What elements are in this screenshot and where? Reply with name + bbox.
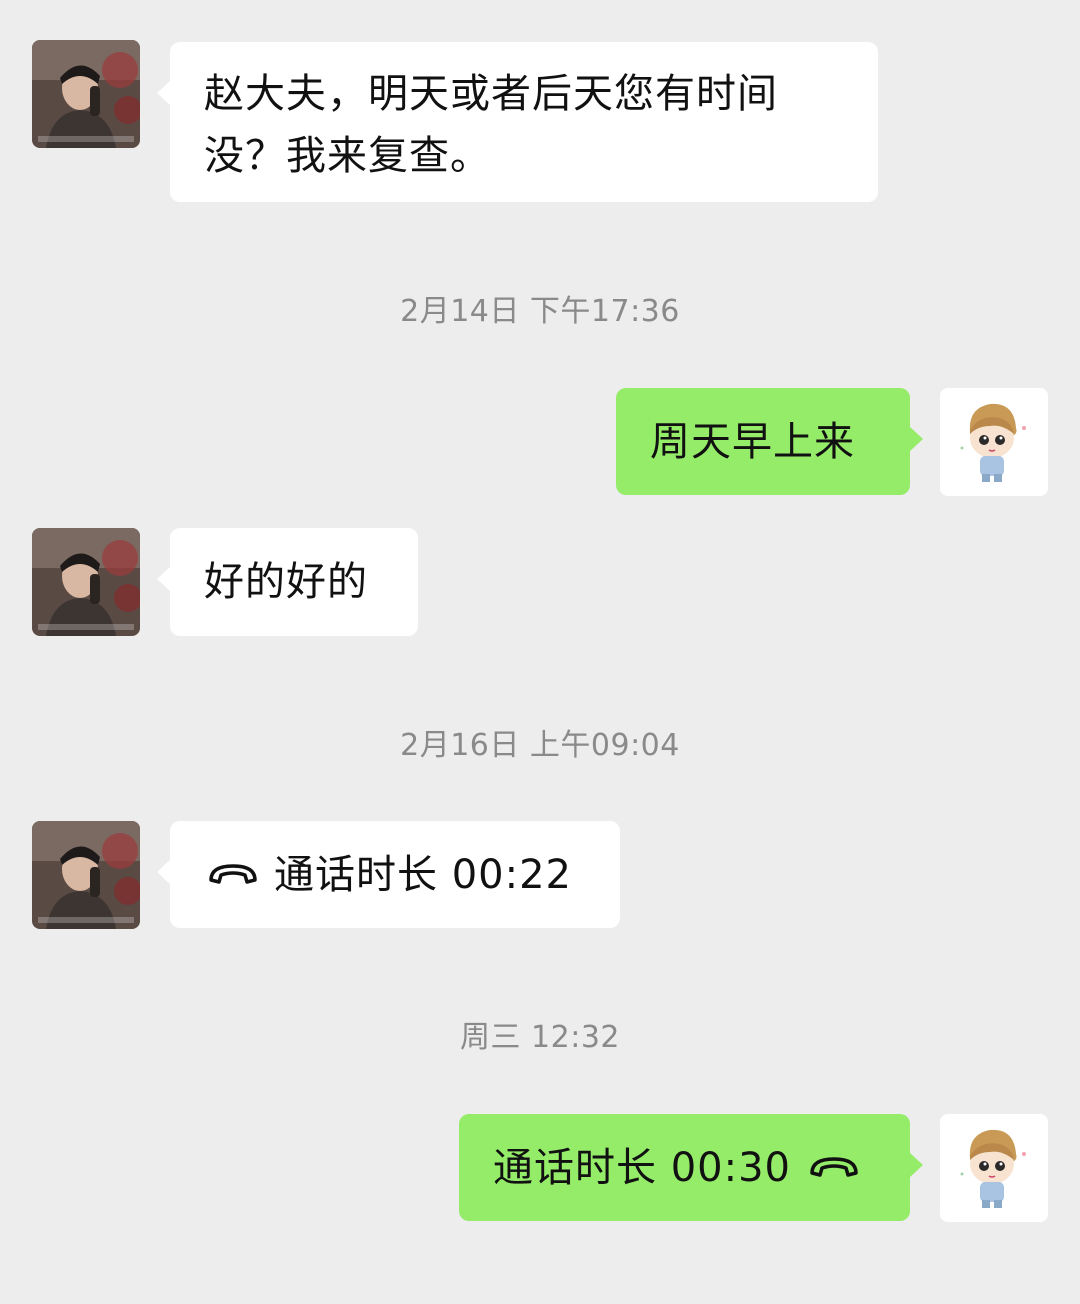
phone-handset-icon bbox=[206, 845, 260, 905]
call-record-row: 通话时长 00:22 bbox=[206, 845, 572, 905]
call-record-bubble-outgoing[interactable]: 通话时长 00:30 bbox=[459, 1114, 923, 1221]
message-bubble-incoming[interactable]: 赵大夫，明天或者后天您有时间 没？我来复查。 bbox=[157, 42, 878, 202]
contact-avatar[interactable] bbox=[32, 821, 140, 929]
my-avatar[interactable] bbox=[940, 1114, 1048, 1222]
contact-avatar[interactable] bbox=[32, 528, 140, 636]
bubble-tail bbox=[157, 859, 171, 885]
bubble-tail bbox=[909, 426, 923, 452]
contact-avatar[interactable] bbox=[32, 40, 140, 148]
chat-timestamp: 周三 12:32 bbox=[460, 1020, 620, 1055]
message-text: 周天早上来 bbox=[650, 419, 855, 465]
my-avatar[interactable] bbox=[940, 388, 1048, 496]
call-duration-label: 通话时长 00:30 bbox=[493, 1145, 791, 1191]
message-text: 好的好的 bbox=[204, 559, 368, 605]
phone-handset-icon bbox=[807, 1138, 861, 1198]
call-duration-label: 通话时长 00:22 bbox=[274, 852, 572, 898]
message-bubble-outgoing[interactable]: 周天早上来 bbox=[616, 388, 923, 495]
call-record-row: 通话时长 00:30 bbox=[493, 1138, 861, 1198]
chat-timestamp: 2月14日 下午17:36 bbox=[400, 294, 680, 329]
bubble-tail bbox=[157, 566, 171, 592]
bubble-tail bbox=[909, 1152, 923, 1178]
chat-timestamp: 2月16日 上午09:04 bbox=[400, 728, 680, 763]
message-line: 没？我来复查。 bbox=[204, 133, 491, 179]
message-line: 赵大夫，明天或者后天您有时间 bbox=[204, 71, 778, 117]
bubble-tail bbox=[157, 80, 171, 106]
message-bubble-incoming[interactable]: 好的好的 bbox=[157, 528, 418, 636]
call-record-bubble-incoming[interactable]: 通话时长 00:22 bbox=[157, 821, 620, 928]
